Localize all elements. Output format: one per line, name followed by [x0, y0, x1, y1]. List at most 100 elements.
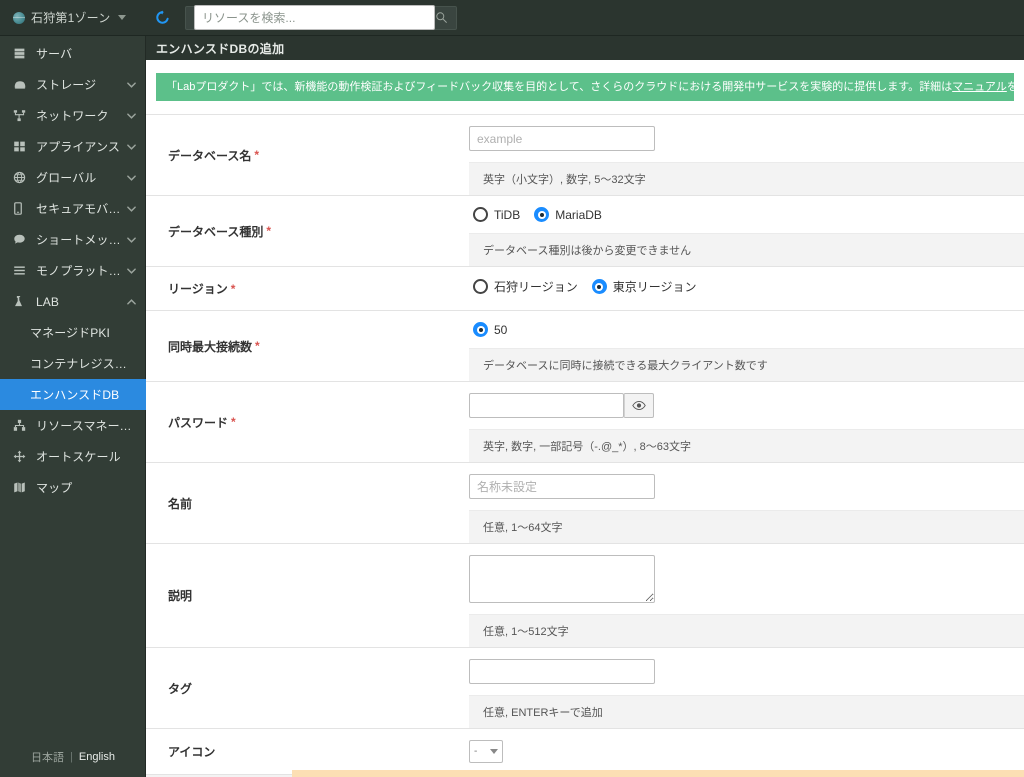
sidebar-item-short-message[interactable]: ショートメッセージ [0, 224, 146, 255]
sidebar-item-managed-pki[interactable]: マネージドPKI [0, 317, 146, 348]
sidebar-item-label: ネットワーク [36, 109, 109, 123]
label-max-connections: 同時最大接続数 * [146, 311, 469, 381]
help-db-type: データベース種別は後から変更できません [469, 233, 1024, 267]
sidebar-item-resource-manager[interactable]: リソースマネージャ [0, 410, 146, 441]
body-row: サーバ ストレージ ネットワーク アプライアンス グローバル セキュアモバイル … [0, 36, 1024, 777]
notice-manual-link[interactable]: マニュアル [952, 81, 1007, 93]
lab-product-notice: 「Labプロダクト」では、新機能の動作検証およびフィードバック収集を目的として、… [156, 73, 1014, 102]
language-japanese[interactable]: 日本語 [31, 749, 64, 765]
sidebar-item-label: コンテナレジストリ [30, 357, 136, 371]
db-type-option-tidb[interactable]: TiDB [473, 207, 521, 223]
help-password: 英字, 数字, 一部記号（-.@_*）, 8〜63文字 [469, 429, 1024, 463]
sidebar-item-server[interactable]: サーバ [0, 38, 146, 69]
storage-icon [13, 78, 30, 92]
max-connections-option-50[interactable]: 50 [473, 322, 508, 338]
sidebar: サーバ ストレージ ネットワーク アプライアンス グローバル セキュアモバイル … [0, 36, 146, 777]
language-separator: | [70, 751, 73, 763]
max-connections-radio-group: 50 [473, 322, 508, 338]
radio-icon-checked[interactable] [473, 322, 488, 338]
db-name-input[interactable] [469, 126, 655, 152]
sidebar-item-mono-platform[interactable]: モノプラットフォーム [0, 255, 146, 286]
server-icon [13, 47, 30, 61]
sidebar-item-lab[interactable]: LAB [0, 286, 146, 317]
sidebar-item-container-registry[interactable]: コンテナレジストリ [0, 348, 146, 379]
help-description: 任意, 1〜512文字 [469, 614, 1024, 648]
icon-select-value: - [474, 746, 478, 758]
chevron-down-icon [127, 174, 136, 181]
globe-icon [13, 171, 30, 185]
sidebar-item-enhanced-db[interactable]: エンハンスドDB [0, 379, 146, 410]
flask-icon [13, 295, 30, 309]
option-label: TiDB [494, 207, 521, 222]
description-textarea[interactable] [469, 555, 655, 604]
label-text: 同時最大接続数 [168, 339, 253, 354]
input-area: 50 [469, 311, 1024, 348]
field-row-icon: アイコン - [146, 729, 1024, 776]
label-text: データベース種別 [168, 224, 264, 239]
sidebar-item-autoscale[interactable]: オートスケール [0, 441, 146, 472]
label-text: データベース名 [168, 148, 252, 163]
radio-icon[interactable] [473, 279, 488, 295]
chevron-down-icon [127, 81, 136, 88]
refresh-icon [155, 10, 169, 24]
label-icon: アイコン [146, 729, 469, 774]
control-icon: - [469, 729, 1024, 774]
sidebar-item-label: LAB [36, 294, 59, 309]
chevron-down-icon [127, 112, 136, 119]
chevron-down-icon [490, 749, 498, 755]
sidebar-item-label: マップ [36, 481, 73, 495]
chevron-down-icon [127, 205, 136, 212]
option-label: 東京リージョン [612, 280, 697, 295]
refresh-button[interactable] [149, 5, 175, 31]
sidebar-item-map[interactable]: マップ [0, 472, 146, 503]
search-box[interactable] [185, 5, 457, 30]
sidebar-item-label: リソースマネージャ [36, 419, 136, 433]
chevron-down-icon [127, 267, 136, 274]
sidebar-item-label: セキュアモバイル [36, 202, 125, 216]
appliance-icon [13, 140, 30, 154]
input-area [469, 544, 1024, 614]
sidebar-item-secure-mobile[interactable]: セキュアモバイル [0, 193, 146, 224]
language-switcher: 日本語 | English [0, 737, 146, 777]
eye-icon[interactable] [624, 393, 654, 419]
sidebar-item-label: モノプラットフォーム [36, 264, 125, 278]
option-label: 石狩リージョン [494, 280, 578, 295]
label-password: パスワード * [146, 382, 469, 462]
control-db-type: TiDB MariaDB データベース種別は後から変更できません [469, 196, 1024, 267]
chevron-up-icon [127, 298, 136, 305]
db-type-option-mariadb[interactable]: MariaDB [534, 207, 602, 223]
required-mark: * [266, 224, 272, 239]
zone-selector[interactable]: 石狩第1ゾーン [0, 0, 146, 36]
radio-icon-checked[interactable] [534, 207, 550, 223]
sidebar-nav: サーバ ストレージ ネットワーク アプライアンス グローバル セキュアモバイル … [0, 36, 146, 737]
option-label: MariaDB [555, 207, 602, 222]
tag-input[interactable] [469, 659, 655, 685]
icon-select[interactable]: - [469, 740, 503, 764]
sidebar-item-global[interactable]: グローバル [0, 162, 146, 193]
search-input[interactable] [194, 5, 435, 30]
label-name: 名前 [146, 463, 469, 543]
language-english[interactable]: English [79, 751, 115, 763]
radio-icon[interactable] [473, 207, 488, 223]
resource-manager-icon [13, 419, 30, 433]
sidebar-item-label: オートスケール [36, 450, 121, 464]
platform-icon [13, 264, 30, 278]
chevron-down-icon [118, 15, 127, 20]
region-option-tokyo[interactable]: 東京リージョン [591, 278, 697, 295]
sidebar-item-storage[interactable]: ストレージ [0, 69, 146, 100]
label-tag: タグ [146, 648, 469, 728]
control-tag: 任意, ENTERキーで追加 [469, 648, 1024, 729]
region-option-ishikari[interactable]: 石狩リージョン [473, 278, 578, 295]
globe-icon [13, 11, 25, 24]
sidebar-item-network[interactable]: ネットワーク [0, 100, 146, 131]
sidebar-item-appliance[interactable]: アプライアンス [0, 131, 146, 162]
input-area: TiDB MariaDB [469, 196, 1024, 233]
field-row-max-connections: 同時最大接続数 * 50 データベースに同時に接続できる最大クライアント数です [146, 311, 1024, 383]
field-row-db-type: データベース種別 * TiDB MariaDB データベース種別は後から変更でき… [146, 196, 1024, 268]
option-label: 50 [494, 322, 508, 337]
radio-icon-checked[interactable] [591, 279, 607, 295]
input-area: - [469, 729, 1024, 774]
app-root: 石狩第1ゾーン リソースを検索... サーバ ストレージ ネットワーク アプライ… [0, 0, 1024, 777]
password-input[interactable] [469, 393, 624, 419]
name-input[interactable] [469, 474, 655, 500]
